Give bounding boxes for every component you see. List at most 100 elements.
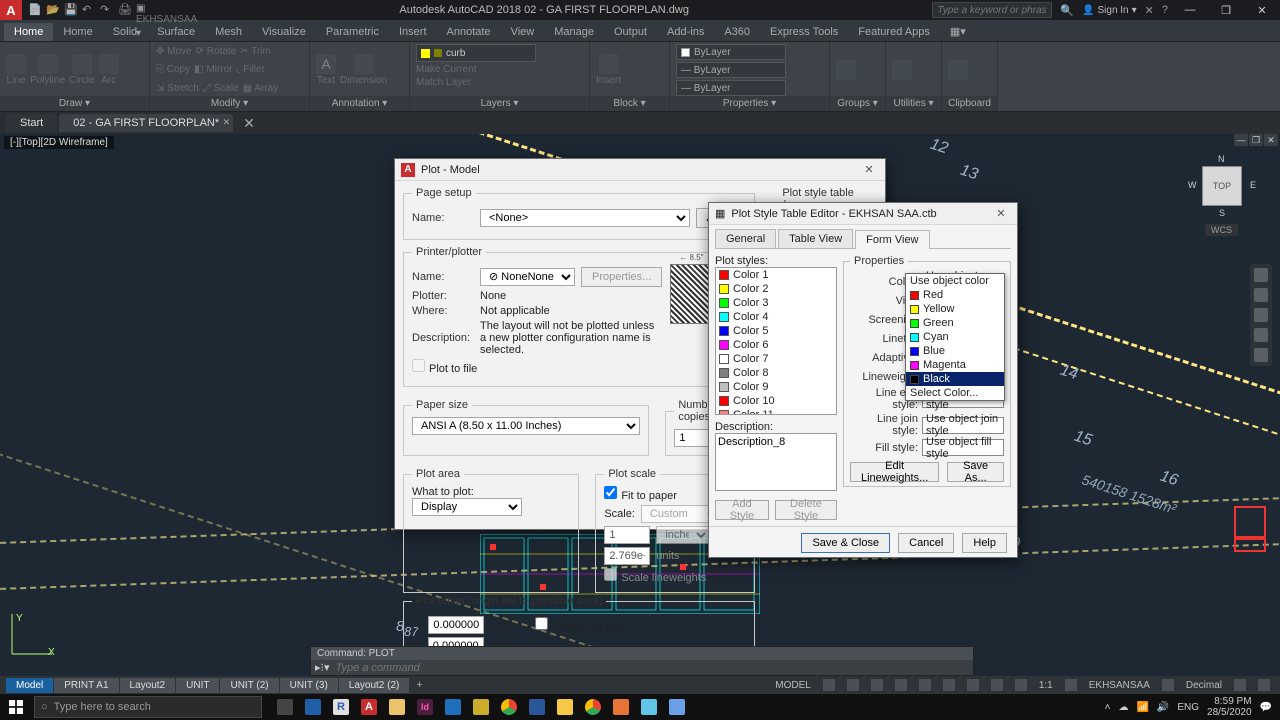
tool-polyline[interactable]: Polyline	[30, 54, 65, 86]
tray-volume-icon[interactable]: 🔊	[1157, 702, 1169, 713]
panel-properties-title[interactable]: Properties ▾	[670, 96, 829, 111]
tool-copy[interactable]: ⎘ Copy	[156, 64, 190, 75]
status-osnap-icon[interactable]	[919, 679, 931, 691]
ribbon-tab-addins[interactable]: Add-ins	[657, 23, 714, 41]
app-wa-icon[interactable]	[468, 695, 494, 719]
status-snap-icon[interactable]	[847, 679, 859, 691]
panel-block-title[interactable]: Block ▾	[590, 96, 669, 111]
ribbon-tab-visualize[interactable]: Visualize	[252, 23, 316, 41]
color-option[interactable]: Select Color...	[906, 386, 1004, 400]
tool-group[interactable]	[836, 60, 856, 80]
layout-tab-layout22[interactable]: Layout2 (2)	[339, 678, 410, 693]
help-icon[interactable]: ?	[1162, 4, 1168, 16]
ribbon-tab-featured[interactable]: Featured Apps	[848, 23, 940, 41]
ribbon-tab-manage[interactable]: Manage	[544, 23, 604, 41]
start-button[interactable]	[0, 694, 32, 720]
vp-max-icon[interactable]: ❐	[1249, 134, 1263, 146]
save-as-button[interactable]: Save As...	[947, 462, 1004, 482]
tool-circle[interactable]: Circle	[69, 54, 95, 86]
status-lwt-icon[interactable]	[991, 679, 1003, 691]
window-close-button[interactable]: ✕	[1248, 0, 1276, 20]
color-option[interactable]: Red	[906, 288, 1004, 302]
tool-trim[interactable]: ✂ Trim	[240, 46, 271, 57]
paper-size-select[interactable]: ANSI A (8.50 x 11.00 Inches)	[412, 417, 640, 435]
plotter-properties-button[interactable]: Properties...	[581, 267, 662, 287]
ribbon-tab-parametric[interactable]: Parametric	[316, 23, 389, 41]
status-grid-icon[interactable]	[823, 679, 835, 691]
panel-layers-title[interactable]: Layers ▾	[410, 96, 589, 111]
layout-tab-2[interactable]: Layout2	[120, 678, 176, 693]
wcs-label[interactable]: WCS	[1205, 224, 1238, 236]
infocenter-search-icon[interactable]: 🔍	[1060, 4, 1074, 17]
plot-style-item[interactable]: Color 8	[716, 366, 836, 380]
qat-redo-icon[interactable]: ↷	[100, 3, 114, 17]
ribbon-tab-home[interactable]: Home	[4, 23, 53, 41]
plot-to-file-check[interactable]: Plot to file	[412, 359, 477, 375]
panel-groups-title[interactable]: Groups ▾	[830, 96, 885, 111]
ribbon-tab-insert[interactable]: Insert	[389, 23, 437, 41]
viewcube[interactable]: NSWE TOP	[1192, 156, 1252, 216]
tray-notifications-icon[interactable]: 💬	[1260, 702, 1272, 713]
what-to-plot-select[interactable]: Display	[412, 498, 522, 516]
window-minimize-button[interactable]: —	[1176, 0, 1204, 20]
plot-styles-list[interactable]: Color 1Color 2Color 3Color 4Color 5Color…	[715, 267, 837, 415]
offset-x-input[interactable]	[428, 616, 484, 634]
pst-tab-formview[interactable]: Form View	[855, 230, 929, 249]
status-modelspace[interactable]: MODEL	[771, 680, 815, 691]
vp-close-icon[interactable]: ✕	[1264, 134, 1278, 146]
color-option[interactable]: Use object color	[906, 274, 1004, 288]
viewport-label[interactable]: [-][Top][2D Wireframe]	[4, 136, 114, 149]
color-option[interactable]: Green	[906, 316, 1004, 330]
pst-tab-general[interactable]: General	[715, 229, 776, 248]
app-chrome2-icon[interactable]	[580, 695, 606, 719]
app-word-icon[interactable]	[524, 695, 550, 719]
color-option[interactable]: Magenta	[906, 358, 1004, 372]
app-explorer-icon[interactable]	[384, 695, 410, 719]
tool-insert-block[interactable]: Insert	[596, 54, 621, 86]
pst-titlebar[interactable]: ▦ Plot Style Table Editor - EKHSAN SAA.c…	[709, 203, 1017, 225]
app-chrome-icon[interactable]	[496, 695, 522, 719]
plot-style-item[interactable]: Color 5	[716, 324, 836, 338]
panel-annotation-title[interactable]: Annotation ▾	[310, 96, 409, 111]
app-revit-icon[interactable]: R	[328, 695, 354, 719]
layer-make-current[interactable]: Make Current	[416, 64, 477, 75]
app-teams-icon[interactable]	[608, 695, 634, 719]
nav-orbit-icon[interactable]	[1254, 328, 1268, 342]
color-option[interactable]: Cyan	[906, 330, 1004, 344]
prop-fill[interactable]: Use object fill style	[922, 439, 1004, 456]
app-indesign-icon[interactable]: Id	[412, 695, 438, 719]
layout-tab-printa1[interactable]: PRINT A1	[54, 678, 118, 693]
layer-match[interactable]: Match Layer	[416, 77, 471, 88]
tool-stretch[interactable]: ⇲ Stretch	[156, 83, 199, 94]
status-customize-icon[interactable]	[1258, 679, 1270, 691]
plot-style-item[interactable]: Color 9	[716, 380, 836, 394]
file-tab-start[interactable]: Start	[6, 114, 57, 132]
tool-arc[interactable]: Arc	[99, 54, 119, 86]
pst-description[interactable]: Description_8	[715, 433, 837, 491]
status-gear-icon[interactable]	[1065, 679, 1077, 691]
center-plot-check[interactable]: Center the plot	[535, 617, 624, 633]
tool-scale[interactable]: ⤢ Scale	[203, 83, 239, 94]
window-restore-button[interactable]: ❐	[1212, 0, 1240, 20]
nav-wheel-icon[interactable]	[1254, 268, 1268, 282]
color-option[interactable]: Yellow	[906, 302, 1004, 316]
app-notes-icon[interactable]	[636, 695, 662, 719]
qat-undo-icon[interactable]: ↶	[82, 3, 96, 17]
help-search-input[interactable]	[932, 2, 1052, 18]
ribbon-tab-a360[interactable]: A360	[714, 23, 760, 41]
ribbon-tab-surface[interactable]: Surface	[147, 23, 205, 41]
tool-fillet[interactable]: ◟ Fillet	[236, 64, 264, 75]
layout-tab-unit[interactable]: UNIT	[176, 678, 219, 693]
qat-doc-dropdown[interactable]: ▣ EKHSANSAA ▾	[136, 3, 150, 17]
tool-text[interactable]: AText	[316, 54, 336, 86]
plot-style-item[interactable]: Color 11	[716, 408, 836, 415]
edit-lineweights-button[interactable]: Edit Lineweights...	[850, 462, 939, 482]
tool-move[interactable]: ✥ Move	[156, 46, 192, 57]
prop-color[interactable]: ByLayer	[676, 44, 786, 60]
ribbon-tab-bim[interactable]: ▦▾	[940, 22, 976, 41]
status-3dosnap-icon[interactable]	[943, 679, 955, 691]
plot-style-item[interactable]: Color 4	[716, 310, 836, 324]
app-autocad-icon[interactable]: A	[356, 695, 382, 719]
app-ytm-icon[interactable]	[664, 695, 690, 719]
status-polar-icon[interactable]	[895, 679, 907, 691]
